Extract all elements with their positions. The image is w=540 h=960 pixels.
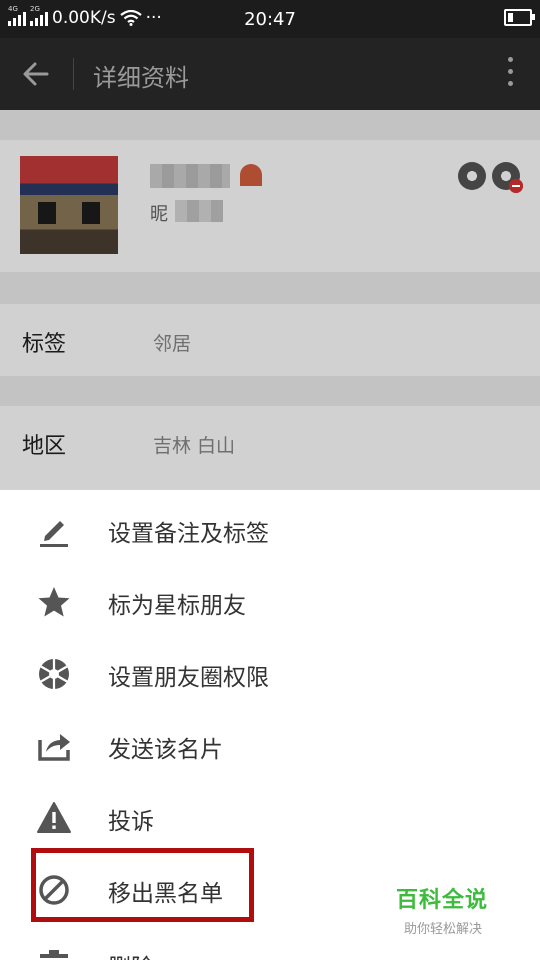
page-title: 详细资料 <box>93 64 189 92</box>
menu-item-set-remark[interactable]: 设置备注及标签 <box>0 492 540 564</box>
menu-item-star-friend[interactable]: 标为星标朋友 <box>0 564 540 636</box>
battery-icon <box>504 9 535 26</box>
menu-label: 删除 <box>108 948 154 960</box>
menu-label: 标为星标朋友 <box>108 593 246 619</box>
menu-label: 设置备注及标签 <box>108 521 269 547</box>
aperture-icon <box>39 659 69 689</box>
menu-item-complain[interactable]: 投诉 <box>0 780 540 852</box>
watermark-title: 百科全说 <box>396 888 489 913</box>
title-divider <box>73 58 74 90</box>
status-time: 20:47 <box>244 9 296 30</box>
title-bar: 详细资料 <box>0 38 540 110</box>
dim-overlay[interactable] <box>0 110 540 490</box>
watermark-subtitle: 助你轻松解决 <box>404 922 483 937</box>
more-options-icon[interactable] <box>504 57 516 91</box>
warning-icon <box>37 802 71 833</box>
trash-icon <box>40 950 68 958</box>
share-icon <box>38 734 70 761</box>
menu-label: 投诉 <box>108 809 154 835</box>
star-icon <box>38 587 70 617</box>
screen: 4G 2G 0.00K/s ··· 20:47 详细资料 昵 标签 邻居 地区 … <box>0 0 540 960</box>
status-bar: 4G 2G 0.00K/s ··· 20:47 <box>0 0 540 38</box>
highlight-annotation <box>31 848 254 922</box>
menu-label: 设置朋友圈权限 <box>108 665 269 691</box>
back-arrow-icon[interactable] <box>20 58 52 90</box>
menu-item-moments-permission[interactable]: 设置朋友圈权限 <box>0 636 540 708</box>
menu-label: 发送该名片 <box>108 737 223 763</box>
menu-item-send-card[interactable]: 发送该名片 <box>0 708 540 780</box>
pencil-icon <box>40 521 68 547</box>
watermark: 百科全说 助你轻松解决 <box>396 882 516 937</box>
